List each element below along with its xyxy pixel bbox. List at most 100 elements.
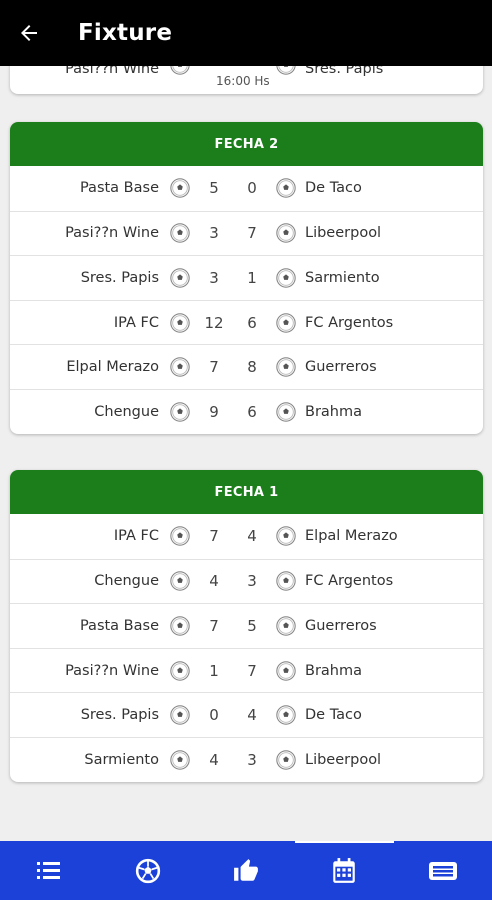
- home-team: Sarmiento: [84, 751, 159, 768]
- match-list: Pasta Base 5 0 De Taco Pasi??n Wine 3 7 Libeerp…: [10, 166, 483, 434]
- soccer-ball-icon: [276, 571, 296, 592]
- away-team: Sres. Papis: [305, 66, 384, 77]
- soccer-ball-icon: [170, 705, 190, 725]
- away-score: 7: [247, 661, 257, 680]
- match-row[interactable]: Pasi??n Wine 3 7 Libeerpool: [10, 210, 483, 256]
- away-score: 8: [247, 358, 257, 377]
- soccer-ball-icon: [170, 268, 190, 288]
- match-row[interactable]: Sres. Papis 0 4 De Taco: [10, 692, 483, 737]
- soccer-ball-icon: [170, 616, 190, 636]
- fecha-header: FECHA 2: [10, 122, 483, 166]
- match-row[interactable]: Elpal Merazo 7 8 Guerreros: [10, 344, 483, 389]
- soccer-ball-icon: [276, 357, 296, 377]
- away-score: 4: [247, 706, 257, 725]
- soccer-ball-icon: [135, 858, 160, 883]
- home-team: Pasta Base: [79, 180, 159, 197]
- match-row[interactable]: Sarmiento 4 3 Libeerpool: [10, 736, 483, 782]
- home-team: Pasta Base: [79, 617, 159, 634]
- away-score: 3: [247, 750, 257, 769]
- away-score: 6: [247, 402, 257, 421]
- fecha-card-partial: Pasi??n Wine Sres. Papis 16:00 Hs: [10, 66, 483, 94]
- match-row[interactable]: Pasi??n Wine 1 7 Brahma: [10, 647, 483, 693]
- home-team: Elpal Merazo: [66, 359, 159, 376]
- away-score: 1: [247, 268, 257, 287]
- soccer-ball-icon: [170, 660, 190, 681]
- match-list: IPA FC 7 4 Elpal Merazo Chengue 4 3 FC Argentos…: [10, 514, 483, 782]
- home-score: 4: [209, 750, 219, 769]
- soccer-ball-icon: [276, 178, 296, 199]
- nav-item-likes[interactable]: [197, 841, 295, 900]
- match-row[interactable]: Pasta Base 5 0 De Taco: [10, 166, 483, 211]
- news-card-icon: [428, 861, 457, 880]
- home-team: IPA FC: [113, 314, 159, 331]
- fixture-list[interactable]: Pasi??n Wine Sres. Papis 16:00 Hs FECHA …: [0, 66, 492, 841]
- home-score: 0: [209, 706, 219, 725]
- page-title: Fixture: [78, 20, 173, 46]
- away-team: Brahma: [305, 403, 362, 420]
- home-score: 9: [209, 402, 219, 421]
- fecha-card-2: FECHA 2 Pasta Base 5 0 De Taco Pasi??n Wine 3…: [10, 122, 483, 434]
- soccer-ball-icon: [276, 312, 296, 333]
- soccer-ball-icon: [170, 402, 190, 422]
- home-score: 7: [209, 616, 219, 635]
- list-icon: [37, 861, 61, 879]
- away-team: FC Argentos: [305, 314, 394, 331]
- home-score: 3: [209, 224, 219, 243]
- match-time: 16:00 Hs: [216, 74, 270, 88]
- home-team: Pasi??n Wine: [65, 66, 159, 77]
- match-row[interactable]: Pasta Base 7 5 Guerreros: [10, 603, 483, 648]
- away-score: 5: [247, 616, 257, 635]
- away-team: De Taco: [305, 707, 362, 724]
- home-score: 4: [209, 572, 219, 591]
- match-row[interactable]: Sres. Papis 3 1 Sarmiento: [10, 255, 483, 300]
- nav-item-standings[interactable]: [0, 841, 98, 900]
- home-team: Chengue: [94, 403, 159, 420]
- calendar-icon: [333, 857, 356, 883]
- match-row[interactable]: Chengue 4 3 FC Argentos: [10, 558, 483, 604]
- home-score: 7: [209, 358, 219, 377]
- match-row[interactable]: IPA FC 7 4 Elpal Merazo: [10, 514, 483, 559]
- soccer-ball-icon: [170, 357, 190, 377]
- away-score: 7: [247, 224, 257, 243]
- nav-item-fixture[interactable]: [295, 841, 395, 900]
- home-team: Sres. Papis: [80, 707, 159, 724]
- home-score: 7: [209, 527, 219, 546]
- away-team: Libeerpool: [305, 751, 382, 768]
- away-team: Libeerpool: [305, 225, 382, 242]
- away-team: Elpal Merazo: [305, 528, 398, 545]
- soccer-ball-icon: [276, 223, 296, 244]
- thumbs-up-icon: [234, 858, 258, 881]
- soccer-ball-icon: [276, 268, 296, 288]
- away-team: Guerreros: [305, 359, 377, 376]
- match-row[interactable]: IPA FC 12 6 FC Argentos: [10, 299, 483, 345]
- soccer-ball-icon: [170, 178, 190, 199]
- away-score: 3: [247, 572, 257, 591]
- away-score: 4: [247, 527, 257, 546]
- soccer-ball-icon: [170, 526, 190, 547]
- back-button[interactable]: [0, 0, 58, 66]
- soccer-ball-icon: [170, 312, 190, 333]
- home-score: 1: [209, 661, 219, 680]
- away-team: FC Argentos: [305, 573, 394, 590]
- soccer-ball-icon: [276, 705, 296, 725]
- away-team: Guerreros: [305, 617, 377, 634]
- bottom-nav: [0, 841, 492, 900]
- match-row: Pasi??n Wine Sres. Papis 16:00 Hs: [10, 66, 483, 94]
- home-score: 12: [204, 313, 224, 332]
- home-score: 3: [209, 268, 219, 287]
- home-score: 5: [209, 179, 219, 198]
- nav-item-news[interactable]: [394, 841, 492, 900]
- home-team: Pasi??n Wine: [65, 225, 159, 242]
- soccer-ball-icon: [276, 402, 296, 422]
- fecha-header: FECHA 1: [10, 470, 483, 514]
- soccer-ball-icon: [276, 526, 296, 547]
- away-team: Sarmiento: [305, 269, 380, 286]
- home-team: Chengue: [94, 573, 159, 590]
- soccer-ball-icon: [276, 750, 296, 770]
- arrow-left-icon: [21, 25, 37, 41]
- nav-item-teams[interactable]: [98, 841, 196, 900]
- soccer-ball-icon: [170, 223, 190, 244]
- app-bar: Fixture: [0, 0, 492, 66]
- soccer-ball-icon: [170, 66, 190, 75]
- match-row[interactable]: Chengue 9 6 Brahma: [10, 388, 483, 434]
